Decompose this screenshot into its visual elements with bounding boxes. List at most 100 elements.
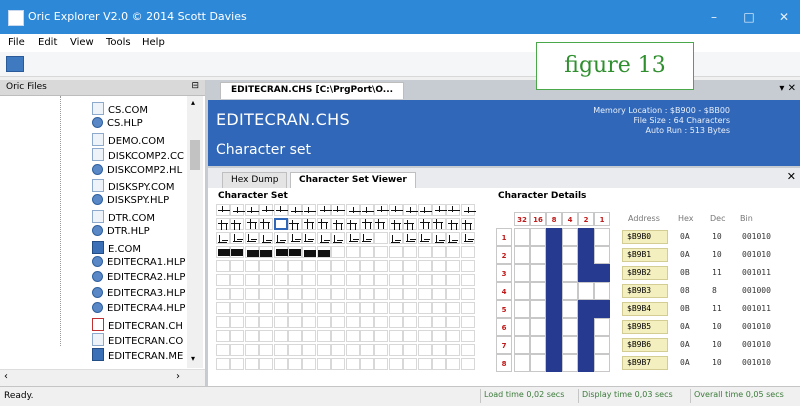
character-cell[interactable] (446, 344, 461, 356)
character-cell[interactable] (259, 288, 274, 300)
character-cell[interactable] (388, 344, 403, 356)
bit-cell[interactable] (546, 336, 562, 354)
bit-cell[interactable] (530, 336, 546, 354)
character-cell[interactable] (302, 260, 317, 272)
character-cell[interactable] (288, 358, 302, 370)
character-cell[interactable] (432, 218, 446, 230)
menu-file[interactable]: File (8, 37, 25, 48)
character-cell[interactable] (446, 218, 461, 230)
bit-cell[interactable] (514, 282, 530, 300)
character-cell[interactable] (403, 330, 418, 342)
character-cell[interactable] (316, 358, 331, 370)
character-cell[interactable] (417, 246, 432, 258)
character-cell[interactable] (432, 344, 446, 356)
scroll-left-icon[interactable]: ‹ (4, 371, 8, 382)
character-cell[interactable] (230, 218, 245, 230)
menu-view[interactable]: View (70, 37, 94, 48)
character-cell[interactable] (460, 316, 475, 328)
bit-cell[interactable] (594, 246, 610, 264)
character-cell[interactable] (345, 316, 360, 328)
character-cell[interactable] (417, 358, 432, 370)
character-cell[interactable] (288, 316, 302, 328)
file-item[interactable]: EDITECRA4.HLP (92, 302, 185, 317)
character-cell[interactable] (259, 218, 274, 230)
character-cell[interactable] (432, 288, 446, 300)
bit-cell[interactable] (562, 264, 578, 282)
character-cell[interactable] (288, 288, 302, 300)
character-cell[interactable] (446, 302, 461, 314)
character-cell[interactable] (273, 302, 288, 314)
bit-cell[interactable] (578, 336, 594, 354)
bit-cell[interactable] (530, 264, 546, 282)
character-cell[interactable] (345, 288, 360, 300)
file-item[interactable]: EDITECRAN.ME (92, 348, 183, 363)
character-cell[interactable] (388, 260, 403, 272)
character-cell[interactable] (331, 218, 346, 230)
menu-help[interactable]: Help (142, 37, 165, 48)
file-item[interactable]: CS.HLP (92, 117, 143, 132)
character-cell[interactable] (360, 330, 374, 342)
character-cell[interactable] (417, 344, 432, 356)
character-cell[interactable] (345, 330, 360, 342)
maximize-button[interactable]: □ (737, 6, 761, 28)
character-cell[interactable] (460, 288, 475, 300)
bit-cell[interactable] (546, 354, 562, 372)
document-close-icon[interactable]: ▾ ✕ (779, 83, 796, 94)
character-cell[interactable] (446, 260, 461, 272)
bit-cell[interactable] (594, 354, 610, 372)
character-cell[interactable] (273, 288, 288, 300)
document-tab[interactable]: EDITECRAN.CHS [C:\PrgPort\O... (220, 82, 404, 99)
character-cell[interactable] (460, 260, 475, 272)
bit-cell[interactable] (530, 246, 546, 264)
character-cell[interactable] (259, 260, 274, 272)
character-cell[interactable] (374, 358, 389, 370)
character-cell[interactable] (244, 330, 259, 342)
menu-edit[interactable]: Edit (38, 37, 57, 48)
character-cell[interactable] (360, 218, 374, 230)
character-cell[interactable] (288, 232, 302, 244)
character-cell[interactable] (244, 218, 259, 230)
character-cell[interactable] (360, 316, 374, 328)
character-cell[interactable] (316, 330, 331, 342)
close-view-icon[interactable]: ✕ (787, 170, 796, 183)
character-cell[interactable] (374, 288, 389, 300)
character-cell[interactable] (345, 260, 360, 272)
character-cell[interactable] (259, 316, 274, 328)
character-cell[interactable] (288, 330, 302, 342)
vertical-scrollbar[interactable]: ▴ ▾ (187, 96, 203, 368)
character-cell[interactable] (216, 274, 230, 286)
bit-cell[interactable] (562, 354, 578, 372)
character-cell[interactable] (432, 358, 446, 370)
character-cell[interactable] (273, 260, 288, 272)
character-cell[interactable] (360, 344, 374, 356)
bit-cell[interactable] (514, 300, 530, 318)
bit-cell[interactable] (514, 354, 530, 372)
character-cell[interactable] (432, 316, 446, 328)
character-cell[interactable] (417, 302, 432, 314)
character-cell[interactable] (331, 288, 346, 300)
character-cell[interactable] (388, 246, 403, 258)
character-cell[interactable] (403, 344, 418, 356)
character-cell[interactable] (273, 316, 288, 328)
character-cell[interactable] (374, 330, 389, 342)
character-cell[interactable] (345, 344, 360, 356)
file-item[interactable]: DTR.COM (92, 209, 155, 225)
character-cell[interactable] (374, 218, 389, 230)
file-item[interactable]: EDITECRAN.CH (92, 317, 183, 333)
character-cell[interactable] (259, 302, 274, 314)
bit-cell[interactable] (546, 264, 562, 282)
bit-cell[interactable] (562, 246, 578, 264)
bit-cell[interactable] (546, 228, 562, 246)
character-cell[interactable] (331, 358, 346, 370)
character-cell[interactable] (259, 274, 274, 286)
bit-cell[interactable] (562, 300, 578, 318)
character-cell[interactable] (244, 288, 259, 300)
character-cell[interactable] (388, 274, 403, 286)
character-cell[interactable] (316, 316, 331, 328)
character-cell[interactable] (374, 344, 389, 356)
character-cell[interactable] (316, 344, 331, 356)
menu-tools[interactable]: Tools (106, 37, 131, 48)
file-item[interactable]: CS.COM (92, 102, 148, 117)
character-cell[interactable] (216, 260, 230, 272)
bit-cell[interactable] (514, 228, 530, 246)
